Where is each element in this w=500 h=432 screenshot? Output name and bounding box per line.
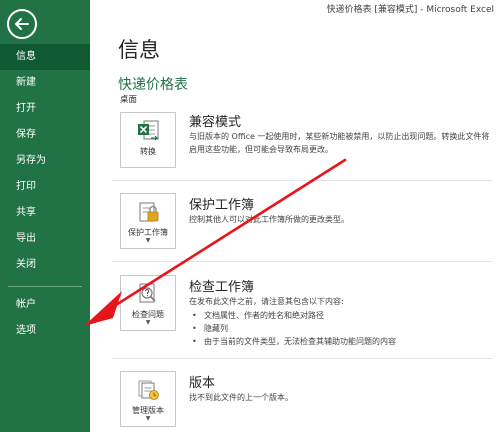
versions-icon — [138, 380, 159, 400]
section-separator — [112, 180, 492, 181]
section-title-versions: 版本 — [189, 376, 216, 391]
section-title-inspect: 检查工作簿 — [189, 280, 255, 295]
nav-item-account[interactable]: 帐户 — [0, 292, 90, 318]
excel-convert-icon — [138, 120, 159, 141]
nav-item-save-as[interactable]: 另存为 — [0, 148, 90, 174]
sidebar-divider — [8, 286, 82, 287]
convert-button-label: 转换 — [140, 147, 156, 156]
section-desc-protect: 控制其他人可以对此工作簿所做的更改类型。 — [189, 215, 349, 224]
section-desc-versions: 找不到此文件的上一个版本。 — [189, 393, 293, 402]
nav-item-close[interactable]: 关闭 — [0, 252, 90, 278]
chevron-down-icon: ▼ — [145, 237, 151, 244]
list-item: 文档属性、作者的姓名和绝对路径 — [192, 309, 396, 322]
protect-workbook-button[interactable]: 保护工作簿 ▼ — [120, 193, 176, 249]
manage-versions-button[interactable]: 管理版本 ▼ — [120, 371, 176, 427]
backstage-sidebar: 信息 新建 打开 保存 另存为 打印 共享 导出 关闭 帐户 选项 — [0, 0, 90, 432]
section-separator — [112, 261, 492, 262]
lock-icon — [139, 202, 159, 222]
nav-item-save[interactable]: 保存 — [0, 122, 90, 148]
nav-item-options[interactable]: 选项 — [0, 318, 90, 344]
nav-item-share[interactable]: 共享 — [0, 200, 90, 226]
chevron-down-icon: ▼ — [145, 415, 151, 422]
list-item: 由于当前的文件类型，无法检查其辅助功能问题的内容 — [192, 335, 396, 348]
list-item: 隐藏列 — [192, 322, 396, 335]
file-name: 快递价格表 — [118, 77, 188, 93]
chevron-down-icon: ▼ — [145, 319, 151, 326]
check-issues-button[interactable]: 检查问题 ▼ — [120, 275, 176, 331]
convert-button[interactable]: 转换 — [120, 112, 176, 168]
back-button[interactable] — [7, 9, 37, 39]
nav-item-export[interactable]: 导出 — [0, 226, 90, 252]
nav-item-new[interactable]: 新建 — [0, 70, 90, 96]
section-title-protect: 保护工作簿 — [189, 198, 255, 213]
nav-item-open[interactable]: 打开 — [0, 96, 90, 122]
page-title: 信息 — [118, 38, 160, 62]
section-desc-compatibility: 与旧版本的 Office 一起使用时，某些新功能被禁用，以防止出现问题。转换此文… — [189, 132, 490, 154]
nav-item-info[interactable]: 信息 — [0, 44, 90, 70]
section-separator — [112, 358, 492, 359]
window-title: 快递价格表 [兼容模式] - Microsoft Excel — [326, 5, 494, 15]
section-desc-inspect: 在发布此文件之前，请注意其包含以下内容: — [189, 297, 344, 306]
file-location: 桌面 — [120, 95, 138, 105]
inspect-icon — [139, 283, 156, 303]
back-arrow-icon — [15, 18, 29, 30]
inspect-bullet-list: 文档属性、作者的姓名和绝对路径 隐藏列 由于当前的文件类型，无法检查其辅助功能问… — [192, 309, 396, 348]
nav-item-print[interactable]: 打印 — [0, 174, 90, 200]
section-title-compatibility: 兼容模式 — [189, 115, 242, 130]
